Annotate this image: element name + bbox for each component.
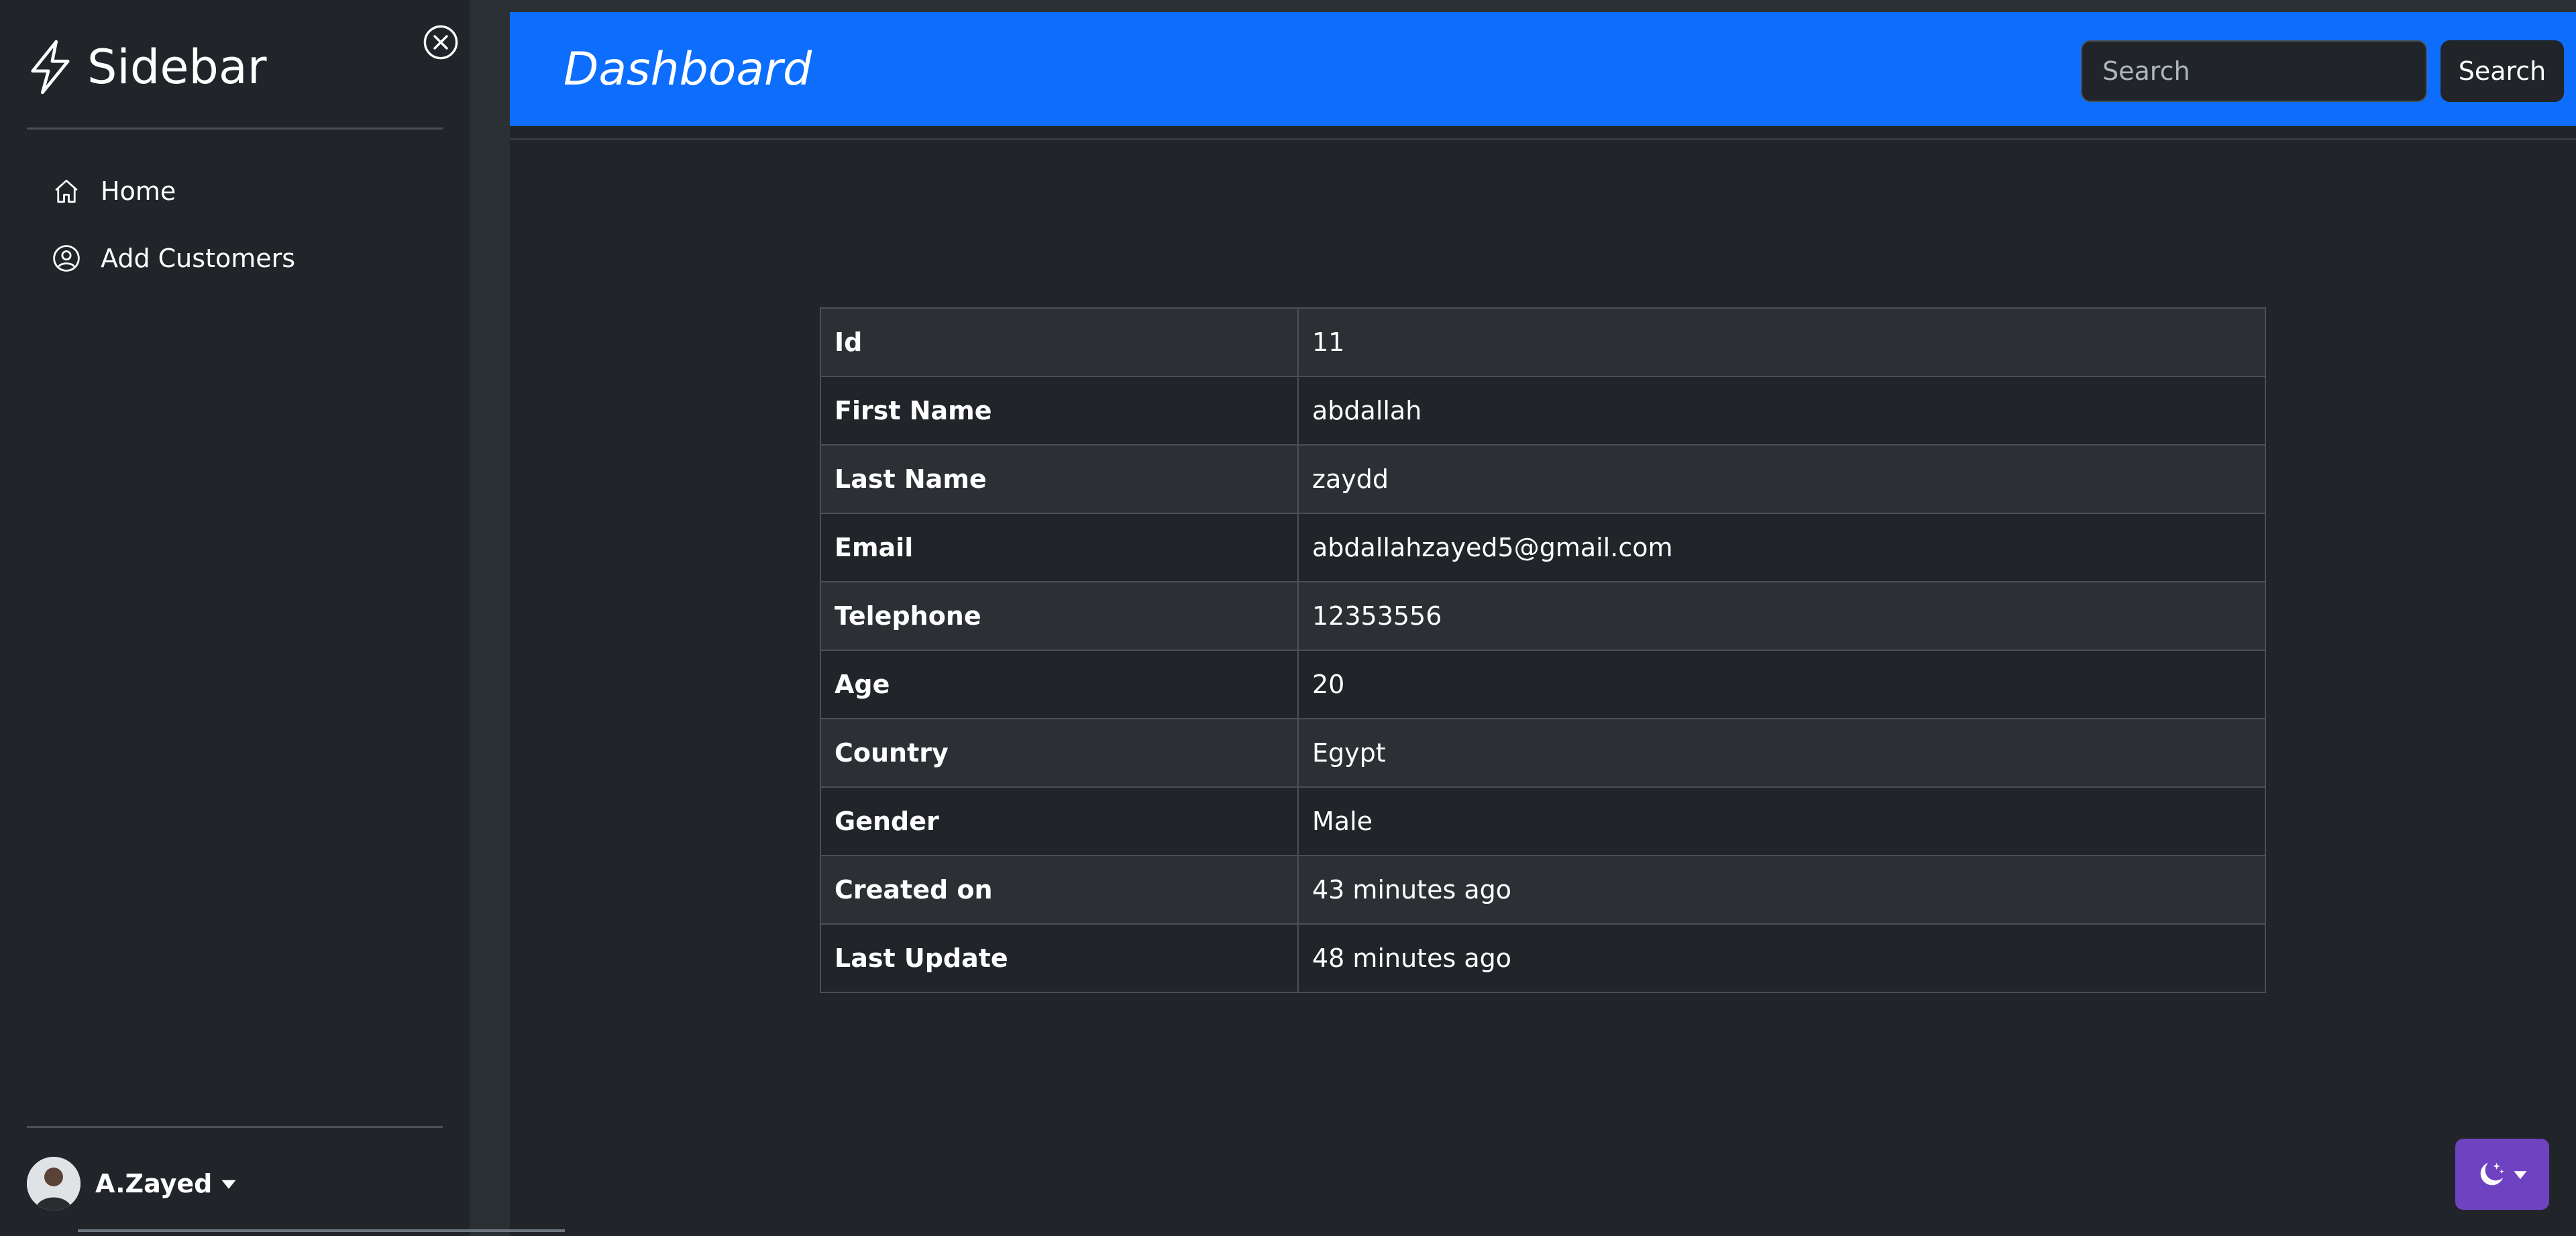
sidebar-item-label: Home bbox=[101, 176, 176, 206]
user-name: A.Zayed bbox=[95, 1169, 213, 1198]
person-circle-icon bbox=[53, 245, 80, 272]
field-label: Created on bbox=[820, 855, 1299, 925]
table-row: Age 20 bbox=[820, 650, 2266, 719]
sidebar-edge bbox=[470, 0, 510, 1236]
table-row: Last Name zaydd bbox=[820, 444, 2266, 514]
top-strip bbox=[510, 0, 2576, 12]
sidebar-title: Sidebar bbox=[87, 40, 267, 95]
sidebar: Sidebar Home Add Customers A.Zayed bbox=[0, 0, 470, 1236]
table-row: First Name abdallah bbox=[820, 376, 2266, 446]
field-label: Last Update bbox=[820, 923, 1299, 993]
table-row: Country Egypt bbox=[820, 718, 2266, 788]
sidebar-item-label: Add Customers bbox=[101, 244, 296, 273]
field-value: abdallah bbox=[1297, 376, 2266, 446]
field-label: Id bbox=[820, 307, 1299, 377]
page-title: Dashboard bbox=[564, 43, 812, 96]
field-label: Age bbox=[820, 650, 1299, 719]
close-circle-icon[interactable] bbox=[423, 24, 459, 60]
field-value: zaydd bbox=[1297, 444, 2266, 514]
field-value: 48 minutes ago bbox=[1297, 923, 2266, 993]
bottom-scroll-indicator bbox=[78, 1229, 565, 1232]
field-value: 12353556 bbox=[1297, 581, 2266, 651]
sidebar-divider-top bbox=[27, 127, 443, 130]
table-row: Id 11 bbox=[820, 307, 2266, 377]
field-label: Country bbox=[820, 718, 1299, 788]
table-row: Gender Male bbox=[820, 786, 2266, 856]
field-label: Email bbox=[820, 513, 1299, 582]
sidebar-divider-bottom bbox=[27, 1126, 443, 1128]
house-icon bbox=[55, 179, 78, 203]
header-divider bbox=[510, 138, 2576, 140]
field-label: Gender bbox=[820, 786, 1299, 856]
field-value: 11 bbox=[1297, 307, 2266, 377]
table-row: Telephone 12353556 bbox=[820, 581, 2266, 651]
field-label: Last Name bbox=[820, 444, 1299, 514]
field-value: Male bbox=[1297, 786, 2266, 856]
field-value: 43 minutes ago bbox=[1297, 855, 2266, 925]
moon-stars-icon bbox=[2480, 1162, 2504, 1186]
field-value: Egypt bbox=[1297, 718, 2266, 788]
lightning-icon bbox=[31, 40, 70, 95]
field-label: Telephone bbox=[820, 581, 1299, 651]
table-row: Email abdallahzayed5@gmail.com bbox=[820, 513, 2266, 582]
top-navbar: Dashboard Search bbox=[510, 12, 2576, 126]
field-value: 20 bbox=[1297, 650, 2266, 719]
avatar bbox=[27, 1157, 80, 1211]
field-label: First Name bbox=[820, 376, 1299, 446]
theme-toggle-button[interactable] bbox=[2455, 1139, 2549, 1210]
search-button[interactable]: Search bbox=[2440, 40, 2564, 102]
table-row: Last Update 48 minutes ago bbox=[820, 923, 2266, 993]
sidebar-item-add-customers[interactable]: Add Customers bbox=[52, 238, 295, 278]
field-value: abdallahzayed5@gmail.com bbox=[1297, 513, 2266, 582]
sidebar-item-home[interactable]: Home bbox=[52, 171, 176, 211]
user-menu[interactable]: A.Zayed bbox=[27, 1155, 237, 1212]
customer-details-table: Id 11 First Name abdallah Last Name zayd… bbox=[820, 307, 2266, 993]
caret-down-icon bbox=[221, 1180, 236, 1189]
search-input[interactable] bbox=[2081, 40, 2427, 102]
main-content: Dashboard Search Id 11 First Name abdall… bbox=[510, 0, 2576, 1236]
sidebar-brand[interactable]: Sidebar bbox=[27, 35, 267, 99]
table-row: Created on 43 minutes ago bbox=[820, 855, 2266, 925]
caret-down-icon bbox=[2514, 1171, 2527, 1180]
